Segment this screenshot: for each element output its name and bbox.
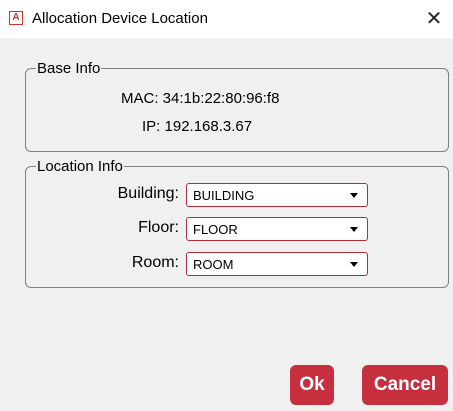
- mac-label: MAC:: [121, 90, 159, 107]
- floor-select[interactable]: FLOOR: [186, 217, 368, 241]
- chevron-down-icon: [350, 262, 358, 267]
- building-select-value: BUILDING: [193, 188, 255, 203]
- base-info-legend: Base Info: [37, 60, 101, 77]
- ip-value: 192.168.3.67: [164, 118, 253, 135]
- mac-line: MAC: 34:1b:22:80:96:f8: [121, 90, 279, 107]
- location-info-legend: Location Info: [37, 158, 123, 175]
- window-title: Allocation Device Location: [32, 10, 208, 27]
- ip-label: IP:: [142, 118, 161, 135]
- floor-select-value: FLOOR: [193, 222, 238, 237]
- ok-button[interactable]: Ok: [290, 365, 334, 405]
- close-icon[interactable]: ✕: [421, 6, 447, 32]
- chevron-down-icon: [350, 227, 358, 232]
- cancel-button[interactable]: Cancel: [362, 365, 448, 405]
- room-select[interactable]: ROOM: [186, 252, 368, 276]
- chevron-down-icon: [350, 193, 358, 198]
- app-icon: A: [9, 11, 23, 25]
- building-label: Building:: [117, 185, 179, 202]
- room-label: Room:: [131, 254, 179, 271]
- title-bar: A Allocation Device Location ✕: [0, 0, 453, 38]
- floor-label: Floor:: [138, 219, 179, 236]
- ip-line: IP: 192.168.3.67: [142, 118, 252, 135]
- mac-value: 34:1b:22:80:96:f8: [162, 90, 280, 107]
- room-select-value: ROOM: [193, 257, 234, 272]
- building-select[interactable]: BUILDING: [186, 183, 368, 207]
